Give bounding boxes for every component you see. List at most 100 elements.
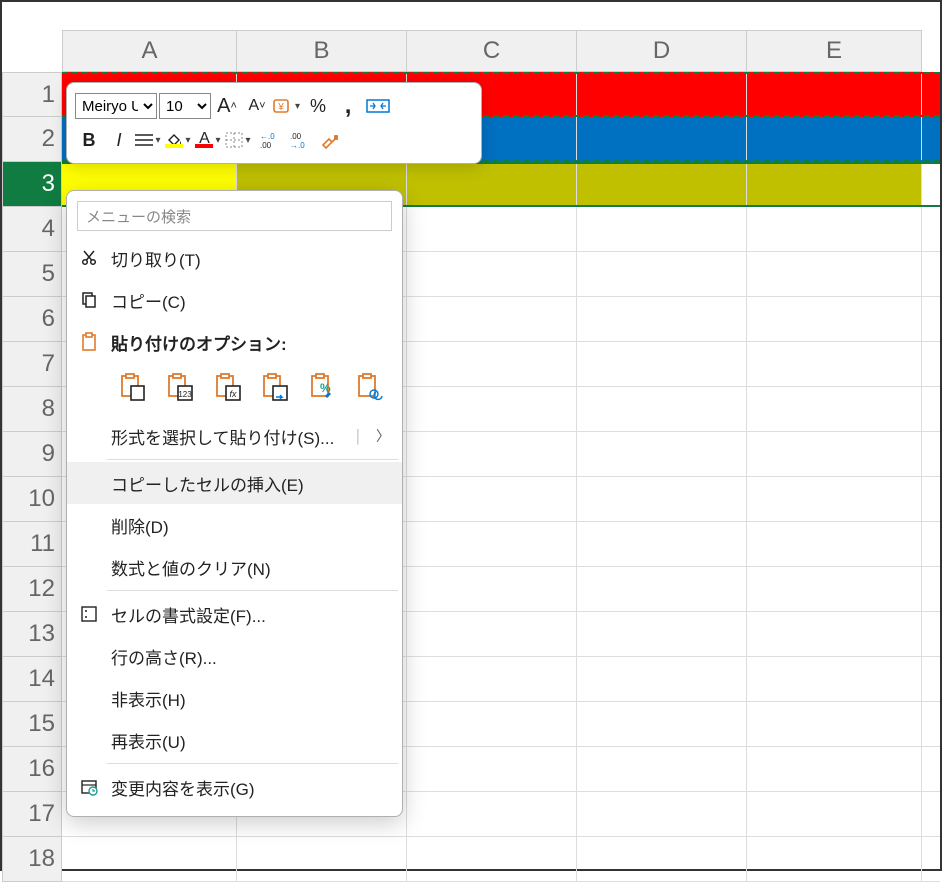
menu-cut[interactable]: 切り取り(T) <box>67 237 402 279</box>
format-cells-icon <box>77 605 101 623</box>
row-header[interactable]: 14 <box>2 657 62 702</box>
merge-center-button[interactable] <box>364 92 392 120</box>
svg-text:123: 123 <box>179 390 193 399</box>
increase-font-button[interactable]: A˄ <box>213 92 241 120</box>
row-header[interactable]: 16 <box>2 747 62 792</box>
menu-format-cells[interactable]: セルの書式設定(F)... <box>67 593 402 635</box>
row-header[interactable]: 17 <box>2 792 62 837</box>
col-header-a[interactable]: A <box>62 30 237 72</box>
column-headers: A B C D E <box>62 30 940 72</box>
menu-insert-copied-cells[interactable]: コピーしたセルの挿入(E) <box>67 462 402 504</box>
paste-formatting-button[interactable]: % <box>303 367 343 407</box>
menu-separator <box>107 590 398 591</box>
menu-show-changes[interactable]: 変更内容を表示(G) <box>67 766 402 808</box>
menu-label: 貼り付けのオプション: <box>111 330 390 355</box>
align-button[interactable]: ▾ <box>135 126 163 154</box>
italic-button[interactable]: I <box>105 126 133 154</box>
col-header-b[interactable]: B <box>237 30 407 72</box>
show-changes-icon <box>77 778 101 796</box>
row-header[interactable]: 10 <box>2 477 62 522</box>
grid-cell[interactable] <box>747 74 922 115</box>
accounting-format-button[interactable]: ¥ ▾ <box>273 92 302 120</box>
menu-delete[interactable]: 削除(D) <box>67 504 402 546</box>
row-header[interactable]: 7 <box>2 342 62 387</box>
menu-label: 再表示(U) <box>111 728 390 753</box>
decrease-decimal-button[interactable]: .00→.0 <box>285 126 313 154</box>
col-header-c[interactable]: C <box>407 30 577 72</box>
font-size-select[interactable]: 10 <box>159 93 211 119</box>
row-header[interactable]: 4 <box>2 207 62 252</box>
menu-label: 削除(D) <box>111 513 390 538</box>
grid-cell[interactable] <box>577 74 747 115</box>
menu-hide[interactable]: 非表示(H) <box>67 677 402 719</box>
font-color-button[interactable]: A ▾ <box>195 126 223 154</box>
row-header[interactable]: 6 <box>2 297 62 342</box>
menu-label: 形式を選択して貼り付け(S)... <box>111 424 340 449</box>
paste-transpose-button[interactable] <box>256 367 296 407</box>
row-header[interactable]: 13 <box>2 612 62 657</box>
menu-search-input[interactable]: メニューの検索 <box>77 201 392 231</box>
svg-text:←.0: ←.0 <box>260 132 275 141</box>
paste-formulas-button[interactable]: fx <box>208 367 248 407</box>
row-header[interactable]: 8 <box>2 387 62 432</box>
menu-row-height[interactable]: 行の高さ(R)... <box>67 635 402 677</box>
menu-label: 数式と値のクリア(N) <box>111 555 390 580</box>
grid-cell[interactable] <box>747 117 922 160</box>
paste-values-button[interactable]: 123 <box>161 367 201 407</box>
row-header[interactable]: 15 <box>2 702 62 747</box>
font-name-select[interactable]: Meiryo U <box>75 93 157 119</box>
menu-separator <box>107 763 398 764</box>
bold-button[interactable]: B <box>75 126 103 154</box>
paste-link-button[interactable] <box>351 367 391 407</box>
paste-options-row: 123 fx % <box>67 363 402 415</box>
row-header[interactable]: 9 <box>2 432 62 477</box>
row-header[interactable]: 12 <box>2 567 62 612</box>
grid-cell[interactable] <box>407 164 577 205</box>
percent-button[interactable]: % <box>304 92 332 120</box>
menu-separator <box>107 459 398 460</box>
menu-label: 変更内容を表示(G) <box>111 775 390 800</box>
menu-paste-header: 貼り付けのオプション: <box>67 321 402 363</box>
menu-copy[interactable]: コピー(C) <box>67 279 402 321</box>
row-headers: 1 2 3 4 5 6 7 8 9 10 11 12 13 14 15 16 1… <box>2 72 62 882</box>
format-painter-button[interactable] <box>315 126 343 154</box>
borders-button[interactable]: ▾ <box>225 126 253 154</box>
clipboard-icon <box>77 332 101 352</box>
menu-label: コピー(C) <box>111 288 390 313</box>
grid-cell[interactable] <box>747 164 922 205</box>
svg-text:fx: fx <box>229 389 237 399</box>
menu-label: 非表示(H) <box>111 686 390 711</box>
increase-decimal-button[interactable]: ←.0.00 <box>255 126 283 154</box>
svg-text:.00: .00 <box>290 132 302 141</box>
paste-all-button[interactable] <box>113 367 153 407</box>
grid-row[interactable] <box>62 837 940 882</box>
copy-icon <box>77 291 101 309</box>
row-header[interactable]: 5 <box>2 252 62 297</box>
row-header[interactable]: 2 <box>2 117 62 162</box>
menu-clear-contents[interactable]: 数式と値のクリア(N) <box>67 546 402 588</box>
mini-toolbar: Meiryo U 10 A˄ A˅ ¥ ▾ % , B I ▾ ▾ A <box>66 82 482 164</box>
comma-button[interactable]: , <box>334 92 362 120</box>
grid-cell[interactable] <box>577 164 747 205</box>
scissors-icon <box>77 249 101 267</box>
row-header[interactable]: 11 <box>2 522 62 567</box>
menu-unhide[interactable]: 再表示(U) <box>67 719 402 761</box>
row-header-selected[interactable]: 3 <box>2 162 62 207</box>
menu-label: セルの書式設定(F)... <box>111 602 390 627</box>
svg-text:→.0: →.0 <box>290 141 305 149</box>
menu-label: 行の高さ(R)... <box>111 644 390 669</box>
svg-text:.00: .00 <box>260 141 272 149</box>
svg-text:¥: ¥ <box>277 102 284 113</box>
fill-color-button[interactable]: ▾ <box>165 126 193 154</box>
menu-label: 切り取り(T) <box>111 246 390 271</box>
row-header[interactable]: 18 <box>2 837 62 882</box>
chevron-right-icon: 〉 <box>376 426 390 446</box>
context-menu: メニューの検索 切り取り(T) コピー(C) 貼り付けのオプション: 123 f… <box>66 190 403 817</box>
col-header-e[interactable]: E <box>747 30 922 72</box>
col-header-d[interactable]: D <box>577 30 747 72</box>
decrease-font-button[interactable]: A˅ <box>243 92 271 120</box>
row-header[interactable]: 1 <box>2 72 62 117</box>
menu-paste-special[interactable]: 形式を選択して貼り付け(S)... | 〉 <box>67 415 402 457</box>
grid-cell[interactable] <box>577 117 747 160</box>
menu-label: コピーしたセルの挿入(E) <box>111 471 390 496</box>
